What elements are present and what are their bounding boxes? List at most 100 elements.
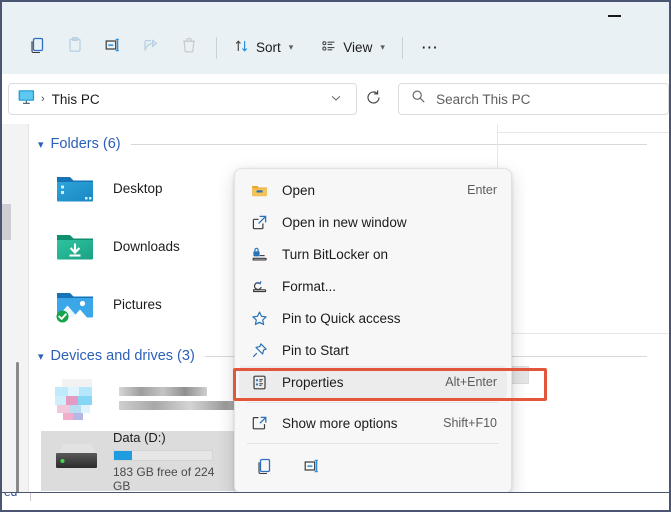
menu-item-accelerator: Shift+F10 — [443, 416, 497, 430]
status-bar: ed — [2, 492, 669, 510]
paste-button[interactable] — [56, 31, 94, 65]
menu-item-properties[interactable]: Properties Alt+Enter — [239, 366, 507, 398]
sort-button[interactable]: Sort ▾ — [225, 31, 302, 65]
search-input[interactable]: Search This PC — [436, 92, 530, 107]
chevron-down-icon: ▾ — [288, 42, 294, 52]
show-more-options-icon — [248, 414, 270, 432]
search-icon — [411, 89, 426, 109]
context-menu: Open Enter Open in new window Turn BitLo… — [234, 168, 512, 494]
menu-item-label: Open in new window — [282, 214, 407, 230]
file-explorer-window: Sort ▾ View ▾ ⋯ › This PC Search This PC… — [0, 0, 671, 512]
menu-item-label: Pin to Start — [282, 342, 349, 358]
address-bar[interactable]: › This PC — [8, 83, 358, 115]
rename-icon — [303, 457, 321, 480]
properties-icon — [248, 373, 270, 391]
menu-item-label: Open — [282, 182, 316, 198]
share-icon — [142, 36, 160, 59]
toolbar-divider-1 — [216, 36, 217, 59]
menu-item-show-more-options[interactable]: Show more options Shift+F10 — [239, 407, 507, 439]
refresh-button[interactable] — [357, 89, 390, 110]
open-new-window-icon — [248, 213, 270, 231]
delete-icon — [180, 36, 198, 59]
menu-item-turn-bitlocker-on[interactable]: Turn BitLocker on — [239, 238, 507, 270]
list-item-data-drive[interactable]: Data (D:) 183 GB free of 224 GB — [41, 429, 235, 493]
status-text: ed — [4, 492, 18, 499]
menu-item-accelerator: Enter — [467, 183, 497, 197]
rename-button[interactable] — [94, 31, 132, 65]
menu-item-open-in-new-window[interactable]: Open in new window — [239, 206, 507, 238]
address-search-row: › This PC Search This PC — [2, 74, 669, 124]
delete-button[interactable] — [170, 31, 208, 65]
ellipsis-icon: ⋯ — [420, 38, 439, 57]
menu-item-pin-to-start[interactable]: Pin to Start — [239, 334, 507, 366]
chevron-down-icon: ▾ — [380, 42, 385, 52]
navigation-pane-scroll-marker[interactable] — [2, 204, 11, 240]
drive-capacity-bar — [113, 449, 213, 461]
list-item-label: Pictures — [113, 296, 162, 312]
menu-item-label: Turn BitLocker on — [282, 246, 389, 262]
details-pane-line-top — [498, 132, 669, 133]
sort-label: Sort — [256, 39, 281, 55]
copy-icon — [255, 457, 273, 480]
desktop-folder-icon — [51, 164, 99, 212]
group-divider — [130, 143, 647, 145]
details-pane-line-mid — [498, 333, 669, 334]
copy-icon — [28, 36, 46, 59]
list-item-label: Desktop — [113, 180, 163, 196]
folder-open-icon — [248, 181, 270, 199]
minimize-icon — [607, 15, 621, 17]
menu-footer-icons — [239, 448, 507, 488]
sort-icon — [234, 38, 250, 57]
menu-item-format[interactable]: Format... — [239, 270, 507, 302]
menu-item-open[interactable]: Open Enter — [239, 174, 507, 206]
menu-divider — [247, 443, 499, 444]
search-box[interactable]: Search This PC — [398, 83, 669, 115]
menu-copy-button[interactable] — [247, 453, 281, 483]
star-icon — [248, 309, 270, 327]
chevron-down-icon[interactable]: ▾ — [38, 138, 44, 151]
menu-item-label: Format... — [282, 278, 337, 294]
menu-item-label: Pin to Quick access — [282, 310, 401, 326]
minimize-button[interactable] — [591, 2, 637, 21]
menu-item-label: Show more options — [282, 415, 398, 431]
menu-rename-button[interactable] — [295, 453, 329, 483]
see-more-button[interactable]: ⋯ — [411, 31, 449, 65]
navigation-pane-scrollbar-thumb[interactable] — [16, 362, 19, 495]
chevron-down-icon[interactable]: ▾ — [38, 350, 44, 363]
format-drive-icon — [248, 277, 270, 295]
pictures-folder-icon — [51, 280, 99, 328]
group-header-folders[interactable]: ▾ Folders (6) — [38, 133, 669, 155]
breadcrumb-this-pc[interactable]: This PC — [52, 92, 100, 107]
menu-item-pin-to-quick-access[interactable]: Pin to Quick access — [239, 302, 507, 334]
pin-icon — [248, 341, 270, 359]
address-dropdown-icon[interactable] — [320, 92, 352, 107]
hard-drive-icon — [51, 441, 101, 482]
drive-label: Data (D:) — [113, 429, 166, 445]
rename-icon — [104, 36, 122, 59]
command-toolbar: Sort ▾ View ▾ ⋯ — [2, 21, 669, 74]
menu-divider — [247, 402, 499, 403]
group-title: Devices and drives (3) — [50, 348, 195, 364]
redaction-bar — [119, 387, 207, 396]
paste-icon — [66, 36, 84, 59]
menu-item-accelerator: Alt+Enter — [445, 375, 497, 389]
navigation-pane — [2, 124, 29, 495]
view-label: View — [343, 39, 373, 55]
copy-button[interactable] — [18, 31, 56, 65]
title-bar — [2, 2, 669, 21]
breadcrumb-separator: › — [41, 93, 45, 105]
view-button[interactable]: View ▾ — [312, 31, 394, 65]
list-item-label: Downloads — [113, 238, 180, 254]
menu-item-label: Properties — [282, 374, 344, 390]
view-icon — [321, 38, 337, 57]
group-title: Folders (6) — [50, 136, 121, 152]
status-divider — [30, 493, 31, 501]
blurred-drive-icon — [51, 377, 105, 425]
drive-capacity-text: 183 GB free of 224 GB — [113, 464, 215, 493]
toolbar-divider-2 — [401, 36, 403, 59]
share-button[interactable] — [132, 31, 170, 65]
downloads-folder-icon — [51, 222, 99, 270]
drive-capacity-fill — [114, 450, 132, 460]
this-pc-icon — [17, 87, 36, 111]
bitlocker-lock-icon — [248, 245, 270, 263]
